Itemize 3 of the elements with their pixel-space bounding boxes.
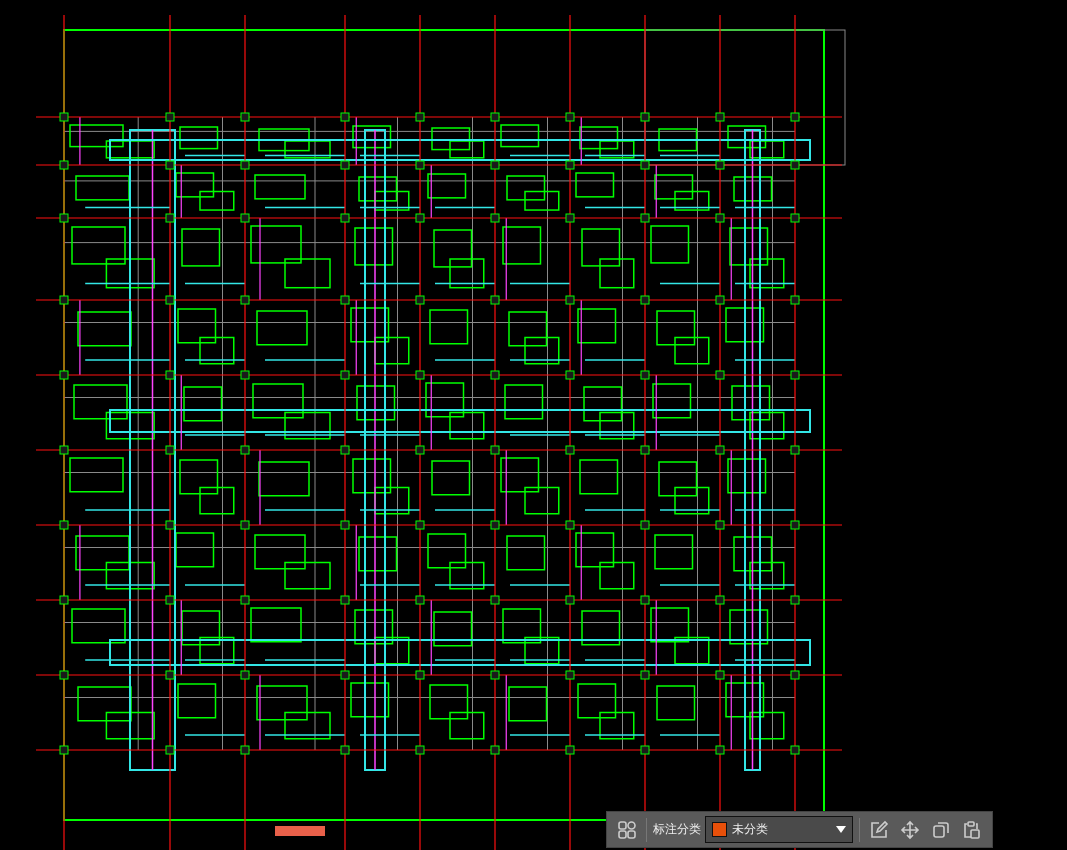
category-dropdown[interactable]: 未分类 — [705, 816, 853, 843]
category-label: 标注分类 — [653, 821, 702, 838]
caret-icon — [835, 826, 846, 833]
